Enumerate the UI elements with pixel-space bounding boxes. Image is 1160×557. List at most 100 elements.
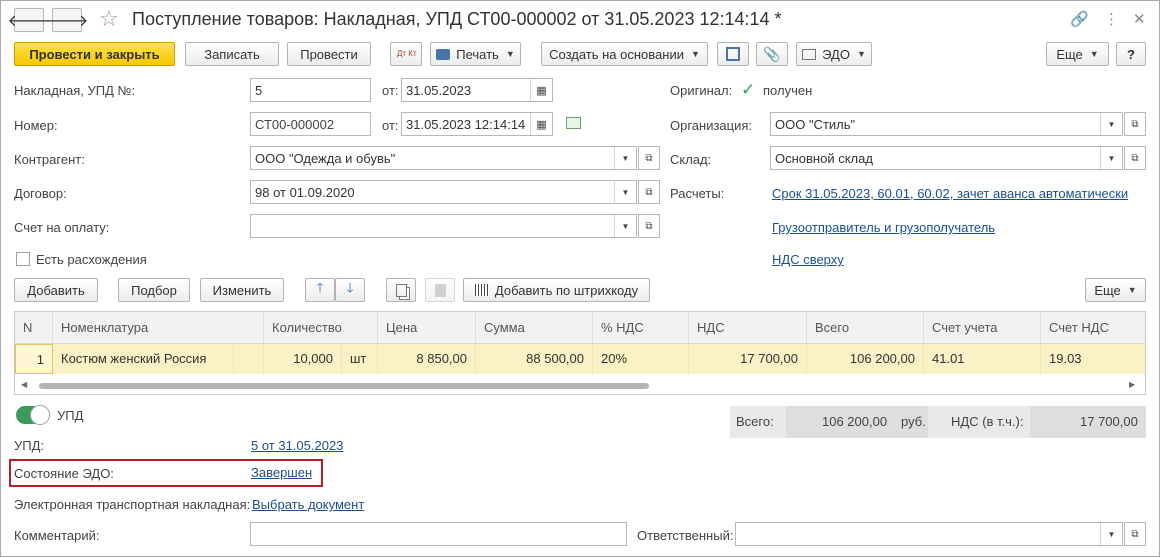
col-header-vat[interactable]: НДС xyxy=(689,312,807,344)
shipper-consignee-link[interactable]: Грузоотправитель и грузополучатель xyxy=(772,220,995,235)
warehouse-select[interactable]: Основной склад ▼ xyxy=(770,146,1123,170)
edo-icon xyxy=(802,48,817,60)
forward-button[interactable]: 🡒 xyxy=(46,8,88,32)
scroll-right-icon[interactable]: ▶ xyxy=(1129,380,1135,389)
cell-price[interactable]: 8 850,00 xyxy=(378,344,476,374)
edo-state-link[interactable]: Завершен xyxy=(251,465,312,480)
open-icon[interactable]: ⧉ xyxy=(638,214,660,238)
chevron-down-icon[interactable]: ▼ xyxy=(1100,113,1122,135)
calendar-icon[interactable]: ▦ xyxy=(530,113,552,135)
organization-select[interactable]: ООО "Стиль" ▼ xyxy=(770,112,1123,136)
table-row[interactable]: 1 Костюм женский Россия 10,000 шт 8 850,… xyxy=(15,344,1145,374)
page-title: Поступление товаров: Накладная, УПД СТ00… xyxy=(132,9,782,29)
original-checkbox[interactable]: ✓ xyxy=(741,80,755,100)
vat-total-value: 17 700,00 xyxy=(1080,414,1138,429)
open-icon[interactable]: ⧉ xyxy=(1124,146,1146,170)
barcode-label: Добавить по штрихкоду xyxy=(494,282,639,298)
responsible-select[interactable]: ▼ xyxy=(735,522,1123,546)
col-header-sum[interactable]: Сумма xyxy=(476,312,593,344)
open-icon[interactable]: ⧉ xyxy=(1124,112,1146,136)
cell-item[interactable]: Костюм женский Россия xyxy=(53,344,234,374)
create-based-label: Создать на основании xyxy=(549,46,684,62)
save-button[interactable]: Записать xyxy=(185,42,279,66)
col-header-account[interactable]: Счет учета xyxy=(924,312,1041,344)
col-header-vat-account[interactable]: Счет НДС xyxy=(1041,312,1145,344)
discrepancy-checkbox[interactable] xyxy=(16,252,30,266)
horizontal-scrollbar[interactable]: ◀ ▶ xyxy=(15,378,1145,392)
copy-row-button[interactable] xyxy=(386,278,416,302)
invoice-date-input[interactable]: 31.05.2023 ▦ xyxy=(401,78,553,102)
help-button[interactable]: ? xyxy=(1116,42,1146,66)
number-input[interactable]: СТ00-000002 xyxy=(250,112,371,136)
etn-link[interactable]: Выбрать документ xyxy=(252,497,364,512)
chevron-down-icon[interactable]: ▼ xyxy=(614,215,636,237)
cell-unit[interactable]: шт xyxy=(342,344,378,374)
calendar-icon[interactable]: ▦ xyxy=(530,79,552,101)
col-header-vat-rate[interactable]: % НДС xyxy=(593,312,689,344)
print-label: Печать xyxy=(456,46,499,62)
post-button[interactable]: Провести xyxy=(287,42,371,66)
print-button[interactable]: Печать ▼ xyxy=(430,42,521,66)
settlements-link[interactable]: Срок 31.05.2023, 60.01, 60.02, зачет ава… xyxy=(772,186,1128,201)
cell-account[interactable]: 41.01 xyxy=(924,344,1041,374)
pick-button[interactable]: Подбор xyxy=(118,278,190,302)
col-header-n[interactable]: N xyxy=(15,312,53,344)
cell-total[interactable]: 106 200,00 xyxy=(807,344,924,374)
move-down-button[interactable]: 🡓 xyxy=(335,278,365,302)
status-icon[interactable] xyxy=(566,117,581,129)
table-more-button[interactable]: Еще ▼ xyxy=(1085,278,1146,302)
scrollbar-thumb[interactable] xyxy=(39,383,649,389)
contract-select[interactable]: 98 от 01.09.2020 ▼ xyxy=(250,180,637,204)
invoice-for-payment-select[interactable]: ▼ xyxy=(250,214,637,238)
scroll-left-icon[interactable]: ◀ xyxy=(21,380,27,389)
attach-button[interactable]: 📎 xyxy=(756,42,788,66)
cell-sum[interactable]: 88 500,00 xyxy=(476,344,593,374)
cell-item-extra[interactable] xyxy=(234,344,264,374)
col-header-price[interactable]: Цена xyxy=(378,312,476,344)
chevron-down-icon[interactable]: ▼ xyxy=(614,147,636,169)
add-by-barcode-button[interactable]: Добавить по штрихкоду xyxy=(463,278,650,302)
upd-link[interactable]: 5 от 31.05.2023 xyxy=(251,438,343,453)
cell-vat-account[interactable]: 19.03 xyxy=(1041,344,1145,374)
upd-toggle[interactable] xyxy=(16,405,50,425)
add-row-button[interactable]: Добавить xyxy=(14,278,98,302)
comment-input[interactable] xyxy=(250,522,627,546)
link-icon[interactable]: 🔗 xyxy=(1070,10,1089,28)
dtkt-button[interactable]: Дт Кт xyxy=(390,42,422,66)
star-icon[interactable]: ☆ xyxy=(99,6,119,32)
close-icon[interactable]: ✕ xyxy=(1133,10,1146,28)
invoice-number-input[interactable]: 5 xyxy=(250,78,371,102)
open-icon[interactable]: ⧉ xyxy=(638,146,660,170)
post-and-close-button[interactable]: Провести и закрыть xyxy=(14,42,175,66)
back-button[interactable]: 🡐 xyxy=(8,8,50,32)
invoice-date-value: 31.05.2023 xyxy=(406,82,472,98)
col-header-item[interactable]: Номенклатура xyxy=(53,312,264,344)
edit-row-button[interactable]: Изменить xyxy=(200,278,284,302)
create-based-on-button[interactable]: Создать на основании ▼ xyxy=(541,42,708,66)
chevron-down-icon[interactable]: ▼ xyxy=(1100,147,1122,169)
open-icon[interactable]: ⧉ xyxy=(1124,522,1146,546)
counterparty-select[interactable]: ООО "Одежда и обувь" ▼ xyxy=(250,146,637,170)
cell-n[interactable]: 1 xyxy=(15,344,53,374)
cell-vat-rate[interactable]: 20% xyxy=(593,344,689,374)
edo-button[interactable]: ЭДО ▼ xyxy=(796,42,872,66)
cell-qty[interactable]: 10,000 xyxy=(264,344,342,374)
more-button[interactable]: Еще ▼ xyxy=(1046,42,1109,66)
open-icon[interactable]: ⧉ xyxy=(638,180,660,204)
chevron-down-icon[interactable]: ▼ xyxy=(1100,523,1122,545)
number-label: Номер: xyxy=(14,118,58,133)
vat-on-top-link[interactable]: НДС сверху xyxy=(772,252,844,267)
col-header-total[interactable]: Всего xyxy=(807,312,924,344)
original-value: получен xyxy=(763,83,813,98)
chevron-down-icon[interactable]: ▼ xyxy=(614,181,636,203)
goods-table[interactable]: N Номенклатура Количество Цена Сумма % Н… xyxy=(14,311,1146,395)
paste-button[interactable] xyxy=(425,278,455,302)
edo-label: ЭДО xyxy=(822,46,850,62)
number-date-input[interactable]: 31.05.2023 12:14:14 ▦ xyxy=(401,112,553,136)
cell-vat[interactable]: 17 700,00 xyxy=(689,344,807,374)
more-vertical-icon[interactable]: ⋮ xyxy=(1104,10,1119,28)
move-up-button[interactable]: 🡑 xyxy=(305,278,335,302)
col-header-qty[interactable]: Количество xyxy=(264,312,378,344)
chevron-down-icon: ▼ xyxy=(505,49,515,59)
structure-button[interactable] xyxy=(717,42,749,66)
